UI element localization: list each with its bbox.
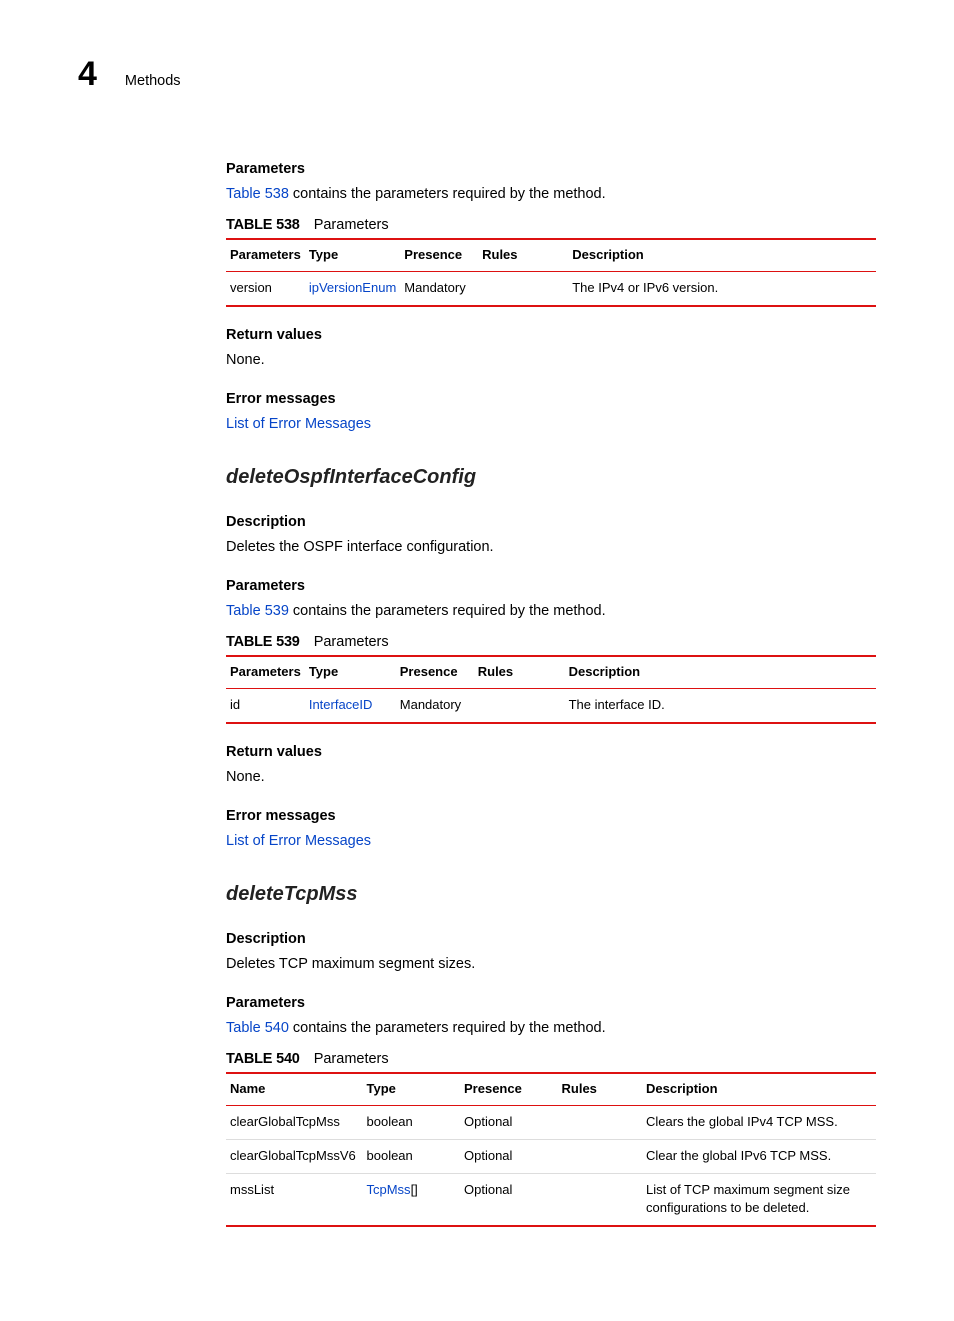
- table-row: clearGlobalTcpMss boolean Optional Clear…: [226, 1105, 876, 1139]
- table-header-row: Name Type Presence Rules Description: [226, 1073, 876, 1105]
- return-values-heading: Return values: [226, 742, 876, 763]
- cell-rules: [558, 1173, 643, 1226]
- cell-description: The interface ID.: [565, 689, 876, 723]
- table-540: Name Type Presence Rules Description cle…: [226, 1072, 876, 1227]
- table-540-link[interactable]: Table 540: [226, 1020, 289, 1036]
- col-description: Description: [568, 239, 876, 271]
- parameters-intro: Table 538 contains the parameters requir…: [226, 184, 876, 205]
- cell-type: boolean: [363, 1105, 461, 1139]
- cell-presence: Optional: [460, 1173, 558, 1226]
- cell-presence: Optional: [460, 1105, 558, 1139]
- error-messages-heading: Error messages: [226, 389, 876, 410]
- description-text: Deletes the OSPF interface configuration…: [226, 537, 876, 558]
- parameters-heading: Parameters: [226, 993, 876, 1014]
- section-parameters: Parameters Table 538 contains the parame…: [226, 159, 876, 435]
- table-540-title: Parameters: [314, 1051, 389, 1067]
- parameters-intro-rest: contains the parameters required by the …: [289, 1020, 606, 1036]
- error-messages-heading: Error messages: [226, 806, 876, 827]
- type-link-ipversionenum[interactable]: ipVersionEnum: [309, 280, 396, 295]
- cell-presence: Mandatory: [396, 689, 474, 723]
- col-rules: Rules: [474, 656, 565, 688]
- cell-name: mssList: [226, 1173, 363, 1226]
- col-rules: Rules: [558, 1073, 643, 1105]
- cell-description: Clears the global IPv4 TCP MSS.: [642, 1105, 876, 1139]
- description-text: Deletes TCP maximum segment sizes.: [226, 954, 876, 975]
- error-messages-link[interactable]: List of Error Messages: [226, 833, 371, 849]
- parameters-intro: Table 539 contains the parameters requir…: [226, 601, 876, 622]
- return-values-text: None.: [226, 350, 876, 371]
- table-header-row: Parameters Type Presence Rules Descripti…: [226, 656, 876, 688]
- col-presence: Presence: [460, 1073, 558, 1105]
- col-parameters: Parameters: [226, 656, 305, 688]
- table-row: clearGlobalTcpMssV6 boolean Optional Cle…: [226, 1139, 876, 1173]
- table-header-row: Parameters Type Presence Rules Descripti…: [226, 239, 876, 271]
- table-539-link[interactable]: Table 539: [226, 603, 289, 619]
- table-row: mssList TcpMss[] Optional List of TCP ma…: [226, 1173, 876, 1226]
- table-538-label: TABLE 538: [226, 217, 300, 233]
- type-link-tcpmss[interactable]: TcpMss: [367, 1182, 411, 1197]
- table-538-link[interactable]: Table 538: [226, 186, 289, 202]
- chapter-title: Methods: [125, 71, 181, 92]
- chapter-number: 4: [78, 50, 97, 99]
- type-link-interfaceid[interactable]: InterfaceID: [309, 697, 373, 712]
- cell-param: id: [226, 689, 305, 723]
- return-values-text: None.: [226, 767, 876, 788]
- col-presence: Presence: [400, 239, 478, 271]
- parameters-intro-rest: contains the parameters required by the …: [289, 603, 606, 619]
- type-suffix: []: [411, 1182, 418, 1197]
- table-row: version ipVersionEnum Mandatory The IPv4…: [226, 272, 876, 306]
- table-539-label: TABLE 539: [226, 634, 300, 650]
- error-messages-link[interactable]: List of Error Messages: [226, 416, 371, 432]
- running-header: 4 Methods: [78, 50, 876, 99]
- parameters-intro: Table 540 contains the parameters requir…: [226, 1018, 876, 1039]
- col-type: Type: [305, 239, 400, 271]
- description-heading: Description: [226, 929, 876, 950]
- table-538: Parameters Type Presence Rules Descripti…: [226, 238, 876, 307]
- table-539-title: Parameters: [314, 634, 389, 650]
- table-538-caption: TABLE 538 Parameters: [226, 215, 876, 236]
- method-title-deleteospfinterfaceconfig: deleteOspfInterfaceConfig: [226, 463, 876, 492]
- parameters-intro-rest: contains the parameters required by the …: [289, 186, 606, 202]
- cell-name: clearGlobalTcpMssV6: [226, 1139, 363, 1173]
- cell-rules: [474, 689, 565, 723]
- cell-description: The IPv4 or IPv6 version.: [568, 272, 876, 306]
- description-heading: Description: [226, 512, 876, 533]
- cell-param: version: [226, 272, 305, 306]
- cell-rules: [558, 1105, 643, 1139]
- col-rules: Rules: [478, 239, 568, 271]
- table-539: Parameters Type Presence Rules Descripti…: [226, 655, 876, 724]
- col-type: Type: [305, 656, 396, 688]
- return-values-heading: Return values: [226, 325, 876, 346]
- parameters-heading: Parameters: [226, 576, 876, 597]
- cell-description: Clear the global IPv6 TCP MSS.: [642, 1139, 876, 1173]
- col-type: Type: [363, 1073, 461, 1105]
- cell-name: clearGlobalTcpMss: [226, 1105, 363, 1139]
- table-539-caption: TABLE 539 Parameters: [226, 632, 876, 653]
- method-title-deletetcpmss: deleteTcpMss: [226, 880, 876, 909]
- col-name: Name: [226, 1073, 363, 1105]
- cell-rules: [558, 1139, 643, 1173]
- cell-type: TcpMss[]: [363, 1173, 461, 1226]
- cell-rules: [478, 272, 568, 306]
- parameters-heading: Parameters: [226, 159, 876, 180]
- cell-presence: Mandatory: [400, 272, 478, 306]
- col-description: Description: [642, 1073, 876, 1105]
- col-presence: Presence: [396, 656, 474, 688]
- cell-description: List of TCP maximum segment size configu…: [642, 1173, 876, 1226]
- col-description: Description: [565, 656, 876, 688]
- cell-presence: Optional: [460, 1139, 558, 1173]
- table-540-caption: TABLE 540 Parameters: [226, 1049, 876, 1070]
- table-538-title: Parameters: [314, 217, 389, 233]
- table-540-label: TABLE 540: [226, 1051, 300, 1067]
- table-row: id InterfaceID Mandatory The interface I…: [226, 689, 876, 723]
- cell-type: boolean: [363, 1139, 461, 1173]
- col-parameters: Parameters: [226, 239, 305, 271]
